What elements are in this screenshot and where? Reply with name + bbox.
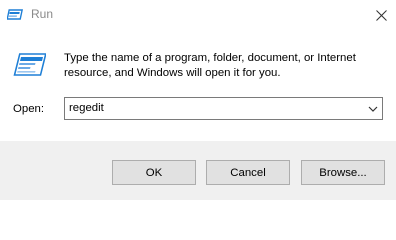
open-input[interactable]: regedit — [69, 101, 104, 116]
cancel-button[interactable]: Cancel — [206, 160, 290, 185]
close-icon — [375, 9, 387, 21]
open-combobox[interactable]: regedit — [64, 97, 383, 120]
title-bar: Run — [0, 0, 396, 30]
run-icon — [7, 9, 23, 20]
ok-button[interactable]: OK — [112, 160, 196, 185]
chevron-down-icon[interactable] — [368, 104, 378, 114]
instruction-text: Type the name of a program, folder, docu… — [64, 52, 356, 79]
close-button[interactable] — [366, 0, 396, 30]
button-bar: OK Cancel Browse... — [0, 141, 396, 200]
window-title: Run — [31, 7, 54, 21]
browse-button[interactable]: Browse... — [301, 160, 385, 185]
run-program-icon — [13, 53, 46, 76]
run-dialog: Run Type the name of a program, folder, … — [0, 0, 396, 200]
open-label: Open: — [13, 103, 45, 115]
